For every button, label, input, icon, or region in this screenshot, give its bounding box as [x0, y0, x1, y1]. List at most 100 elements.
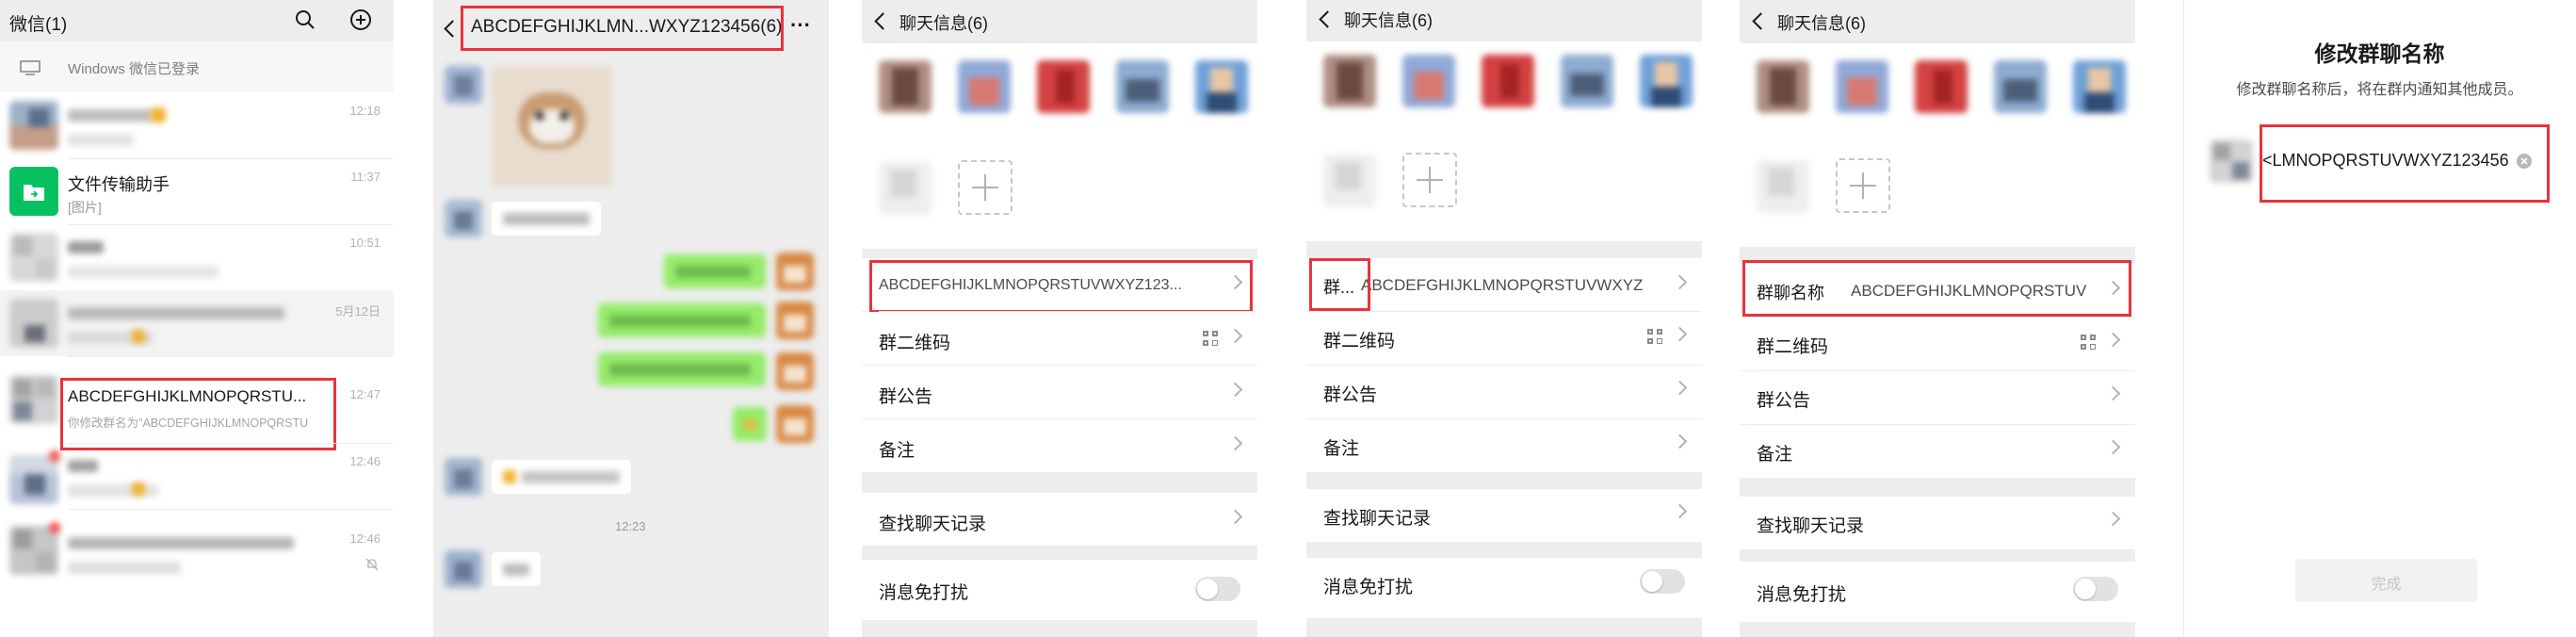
- blurred-name: [68, 241, 104, 253]
- chat-time: 11:37: [350, 170, 381, 184]
- member-avatar[interactable]: [1037, 60, 1090, 113]
- add-member-button[interactable]: [1402, 153, 1457, 207]
- chat-row[interactable]: 12:46: [0, 443, 394, 509]
- member-avatar[interactable]: [879, 162, 932, 215]
- add-member-button[interactable]: [1836, 158, 1890, 213]
- chat-time: 12:47: [349, 387, 381, 401]
- member-avatar[interactable]: [879, 60, 932, 113]
- group-qr-row[interactable]: 群二维码: [1740, 318, 2135, 370]
- chat-info-header: 聊天信息(6): [862, 0, 1257, 41]
- mute-row[interactable]: 消息免打扰: [1740, 562, 2135, 622]
- back-icon[interactable]: [874, 12, 892, 30]
- mute-toggle[interactable]: [2073, 577, 2118, 601]
- search-history-row[interactable]: 查找聊天记录: [862, 493, 1257, 546]
- cat-photo-message[interactable]: [492, 66, 612, 187]
- my-avatar: [776, 352, 814, 390]
- blurred-preview: [68, 562, 181, 574]
- chat-row[interactable]: 10:51: [0, 224, 394, 290]
- member-avatar[interactable]: [1323, 55, 1376, 107]
- message-bubble-sent[interactable]: [664, 254, 766, 288]
- member-avatar[interactable]: [1640, 55, 1693, 107]
- member-avatar[interactable]: [1757, 160, 1809, 213]
- back-icon[interactable]: [444, 20, 462, 38]
- chat-time: 10:51: [349, 236, 381, 250]
- member-grid: [1306, 41, 1702, 241]
- blurred-name: [68, 537, 294, 549]
- panel-gap: [1257, 0, 1306, 637]
- member-avatar[interactable]: [1757, 60, 1809, 113]
- group-notice-row[interactable]: 群公告: [1306, 366, 1702, 418]
- chevron-right-icon: [2105, 280, 2121, 296]
- back-icon[interactable]: [1752, 12, 1770, 30]
- windows-login-banner[interactable]: Windows 微信已登录: [0, 41, 394, 92]
- search-history-row[interactable]: 查找聊天记录: [1306, 489, 1702, 542]
- chat-row-file-helper[interactable]: 文件传输助手 [图片] 11:37: [0, 158, 394, 224]
- search-icon[interactable]: [295, 9, 316, 30]
- windows-banner-text: Windows 微信已登录: [68, 61, 201, 77]
- chat-conversation-screen: ABCDEFGHIJKLMN...WXYZ123456(6) ··· 12:23: [433, 0, 829, 637]
- search-history-row[interactable]: 查找聊天记录: [1740, 497, 2135, 549]
- blurred-badge: [132, 482, 145, 496]
- member-avatar[interactable]: [1836, 60, 1888, 113]
- chevron-right-icon: [2105, 439, 2121, 455]
- message-bubble-sent[interactable]: [598, 303, 766, 337]
- chevron-right-icon: [1672, 326, 1688, 342]
- chevron-right-icon: [2105, 511, 2121, 527]
- member-avatar[interactable]: [1482, 55, 1534, 107]
- group-name-row[interactable]: 群聊名称 ABCDEFGHIJKLMNOPQRSTUV: [1740, 264, 2135, 317]
- chevron-right-icon: [1672, 380, 1688, 396]
- mute-row[interactable]: 消息免打扰: [862, 560, 1257, 620]
- mute-toggle[interactable]: [1195, 577, 1240, 601]
- chat-info-screen: 聊天信息(6) ABCDEFGHIJKLMNOPQRSTUVWXYZ123...…: [862, 0, 1257, 637]
- blurred-name: [68, 460, 98, 472]
- sender-avatar: [445, 200, 482, 237]
- remark-row[interactable]: 备注: [1306, 419, 1702, 472]
- member-avatar[interactable]: [1994, 60, 2047, 113]
- message-bubble[interactable]: [492, 552, 541, 586]
- group-qr-row[interactable]: 群二维码: [1306, 312, 1702, 365]
- page-title: 聊天信息(6): [1777, 14, 1866, 33]
- message-bubble-sent[interactable]: [598, 352, 766, 386]
- done-button[interactable]: 完成: [2295, 559, 2477, 602]
- group-notice-row[interactable]: 群公告: [1740, 371, 2135, 424]
- member-avatar[interactable]: [1561, 55, 1613, 107]
- chat-row[interactable]: 12:46: [0, 509, 394, 584]
- mute-toggle[interactable]: [1640, 569, 1685, 594]
- group-name-row[interactable]: 群... ABCDEFGHIJKLMNOPQRSTUVWXYZ: [1306, 258, 1702, 311]
- message-bubble-sent[interactable]: [733, 407, 767, 441]
- member-avatar[interactable]: [1915, 60, 1968, 113]
- chevron-right-icon: [1672, 503, 1688, 519]
- add-member-button[interactable]: [958, 160, 1013, 215]
- chat-row[interactable]: 12:18: [0, 92, 394, 158]
- message-bubble[interactable]: [492, 202, 601, 236]
- member-avatar[interactable]: [958, 60, 1011, 113]
- page-title: 修改群聊名称: [2314, 41, 2445, 66]
- chat-row-renamed-group[interactable]: ABCDEFGHIJKLMNOPQRSTU... 你修改群名为"ABCDEFGH…: [0, 356, 394, 443]
- message-bubble[interactable]: [492, 460, 631, 494]
- group-qr-row[interactable]: 群二维码: [862, 312, 1257, 365]
- my-avatar: [776, 405, 814, 443]
- blurred-preview: [68, 134, 134, 146]
- clear-input-icon[interactable]: [2516, 153, 2533, 170]
- blurred-badge: [132, 330, 145, 343]
- member-avatar[interactable]: [1116, 60, 1169, 113]
- group-notice-row[interactable]: 群公告: [862, 366, 1257, 418]
- member-avatar[interactable]: [1323, 155, 1376, 207]
- group-name-row[interactable]: ABCDEFGHIJKLMNOPQRSTUVWXYZ123...: [862, 258, 1257, 311]
- member-avatar[interactable]: [1195, 60, 1248, 113]
- member-avatar[interactable]: [1402, 55, 1455, 107]
- chat-info-screen-3: 聊天信息(6) 群聊名称 ABCDEFGHIJKLMNOPQRSTUV 群二维码…: [1740, 0, 2135, 637]
- chevron-right-icon: [1227, 274, 1243, 290]
- group-name-input[interactable]: <LMNOPQRSTUVWXYZ123456: [2262, 143, 2543, 181]
- remark-row[interactable]: 备注: [1740, 425, 2135, 478]
- chat-preview: [图片]: [68, 200, 102, 215]
- member-avatar[interactable]: [2073, 60, 2126, 113]
- remark-row[interactable]: 备注: [862, 419, 1257, 472]
- add-circle-icon[interactable]: [349, 8, 372, 31]
- back-icon[interactable]: [1319, 10, 1337, 28]
- chat-preview: 你修改群名为"ABCDEFGHIJKLMNOPQRSTU: [68, 416, 309, 430]
- mute-row[interactable]: 消息免打扰: [1306, 558, 1702, 618]
- chat-row[interactable]: 5月12日: [0, 290, 394, 356]
- page-subtitle: 修改群聊名称后，将在群内通知其他成员。: [2236, 82, 2523, 98]
- more-icon[interactable]: ···: [790, 13, 811, 38]
